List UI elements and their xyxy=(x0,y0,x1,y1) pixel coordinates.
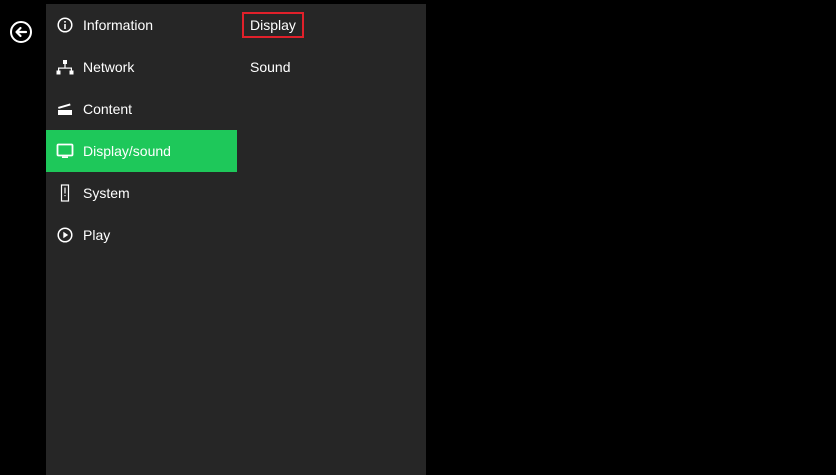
menu-item-content[interactable]: Content xyxy=(46,88,237,130)
menu-item-play[interactable]: Play xyxy=(46,214,237,256)
settings-screen: Information Network Content Display/soun… xyxy=(0,0,836,475)
menu-item-label: Display/sound xyxy=(83,143,171,159)
submenu-item-label: Display xyxy=(250,17,296,33)
menu-item-label: Network xyxy=(83,59,135,75)
info-circle-icon xyxy=(56,16,74,34)
settings-menu-panel: Information Network Content Display/soun… xyxy=(46,4,426,475)
submenu-item-label: Sound xyxy=(250,59,291,75)
submenu-item-sound[interactable]: Sound xyxy=(244,54,296,80)
clapperboard-icon xyxy=(56,100,74,118)
monitor-icon xyxy=(56,142,74,160)
system-info-icon xyxy=(56,184,74,202)
back-button[interactable] xyxy=(9,20,33,44)
network-icon xyxy=(56,58,74,76)
left-rail xyxy=(0,0,46,475)
menu-item-label: Play xyxy=(83,227,111,243)
menu-item-display-sound[interactable]: Display/sound xyxy=(46,130,237,172)
back-arrow-circle-icon xyxy=(10,21,32,43)
play-circle-icon xyxy=(56,226,74,244)
submenu-item-display[interactable]: Display xyxy=(242,12,304,38)
content-area xyxy=(426,0,836,475)
menu-item-label: Information xyxy=(83,17,154,33)
menu-item-information[interactable]: Information xyxy=(46,4,237,46)
menu-item-label: Content xyxy=(83,101,133,117)
menu-item-label: System xyxy=(83,185,130,201)
menu-item-network[interactable]: Network xyxy=(46,46,237,88)
menu-item-system[interactable]: System xyxy=(46,172,237,214)
